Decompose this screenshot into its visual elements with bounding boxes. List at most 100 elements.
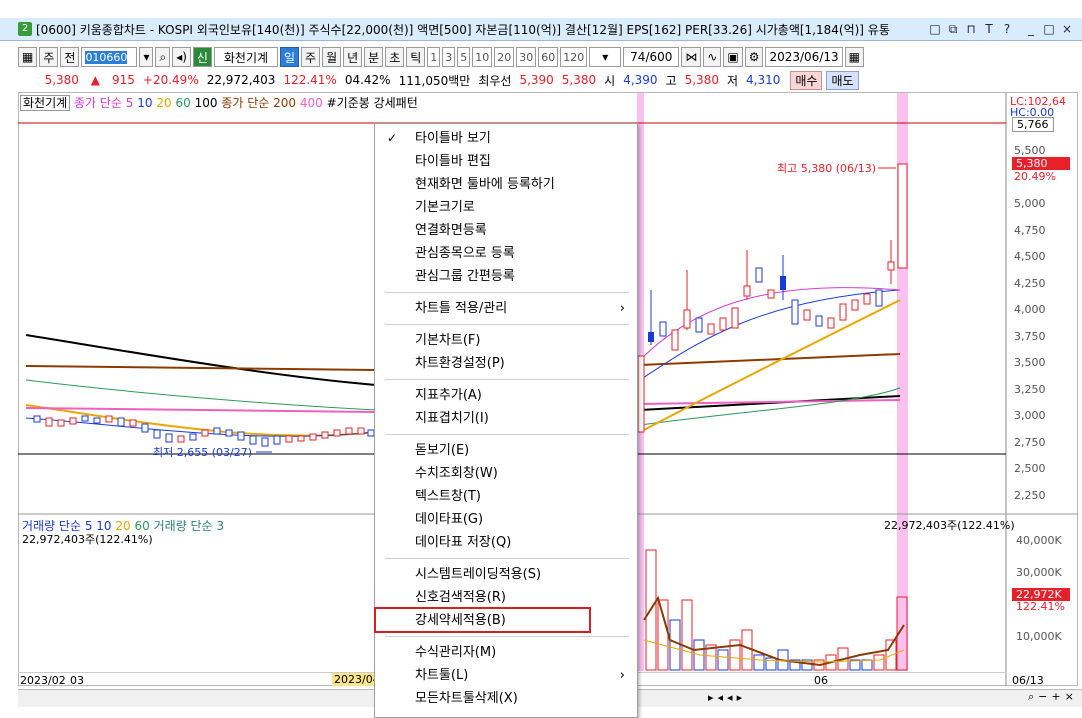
chevron-right-icon: › bbox=[619, 668, 625, 683]
menu-item-text-window[interactable]: 텍스트창(T) bbox=[375, 485, 637, 508]
candle bbox=[743, 285, 751, 297]
menu-item-signal-search[interactable]: 신호검색적용(R) bbox=[375, 586, 637, 609]
volume-bar bbox=[861, 659, 873, 671]
menu-item-chart-frame[interactable]: 차트틀 적용/관리 › bbox=[375, 297, 637, 320]
vol-ytick: 40,000K bbox=[1016, 534, 1062, 547]
menu-item-value-window[interactable]: 수치조회창(W) bbox=[375, 462, 637, 485]
menu-item-delete-all-tools[interactable]: 모든차트툴삭제(X) bbox=[375, 687, 637, 710]
menu-item-default-size[interactable]: 기본크기로 bbox=[375, 196, 637, 219]
candle bbox=[105, 415, 113, 423]
menu-item-titlebar-show[interactable]: ✓ 타이틀바 보기 bbox=[375, 127, 637, 150]
max-annotation: 최고 5,380 (06/13) bbox=[777, 162, 877, 175]
ma60-line bbox=[25, 379, 377, 411]
candle bbox=[839, 303, 847, 321]
legend-stock-name[interactable]: 화천기계 bbox=[20, 95, 71, 111]
menu-item-link-screen[interactable]: 연결화면등록 bbox=[375, 219, 637, 242]
date-label: 2023/02 bbox=[20, 674, 66, 687]
menu-item-system-trading[interactable]: 시스템트레이딩적용(S) bbox=[375, 563, 637, 586]
volume-bar bbox=[753, 654, 765, 671]
candle bbox=[333, 429, 341, 437]
candle bbox=[815, 315, 823, 327]
ma200-line bbox=[25, 365, 377, 371]
chevron-right-icon: › bbox=[619, 301, 625, 316]
volume-bar bbox=[657, 599, 669, 671]
menu-separator bbox=[385, 434, 629, 435]
legend-ma20[interactable]: 20 bbox=[156, 96, 171, 110]
legend-ma400[interactable]: 400 bbox=[300, 96, 323, 110]
volume-bar bbox=[873, 654, 885, 671]
menu-item-titlebar-edit[interactable]: 타이틀바 편집 bbox=[375, 150, 637, 173]
legend-ma200[interactable]: 종가 단순 200 bbox=[221, 96, 296, 110]
candle bbox=[285, 435, 293, 443]
ytick: 2,500 bbox=[1014, 462, 1046, 475]
candle bbox=[755, 267, 763, 283]
ytick: 4,500 bbox=[1014, 250, 1046, 263]
menu-item-magnifier[interactable]: 돋보기(E) bbox=[375, 439, 637, 462]
candle bbox=[57, 419, 65, 427]
ma10-line-r bbox=[639, 289, 901, 381]
volume-bar bbox=[681, 599, 693, 671]
ytick: 3,750 bbox=[1014, 330, 1046, 343]
vol-legend-ma3[interactable]: 거래량 단순 3 bbox=[154, 519, 224, 533]
candle bbox=[648, 332, 654, 342]
check-icon: ✓ bbox=[387, 131, 398, 145]
date-label: 06 bbox=[814, 674, 828, 687]
legend-ma5[interactable]: 종가 단순 5 bbox=[74, 96, 133, 110]
ytick: 3,250 bbox=[1014, 383, 1046, 396]
zoom-controls[interactable]: ⌕−+× bbox=[1028, 690, 1078, 704]
menu-item-save-data-table[interactable]: 데이타표 저장(Q) bbox=[375, 531, 637, 554]
candle bbox=[309, 433, 317, 441]
candle bbox=[780, 276, 786, 290]
menu-label: 차트툴(L) bbox=[415, 668, 469, 683]
legend-pattern[interactable]: #기준봉 강세패턴 bbox=[327, 96, 418, 110]
menu-item-chart-tool[interactable]: 차트툴(L) › bbox=[375, 664, 637, 687]
legend-ma100[interactable]: 100 bbox=[195, 96, 218, 110]
menu-label: 타이틀바 보기 bbox=[415, 131, 491, 146]
menu-item-overlay-indicator[interactable]: 지표겹치기(I) bbox=[375, 407, 637, 430]
vol-box-pct: 122.41% bbox=[1016, 600, 1065, 613]
candle bbox=[189, 433, 197, 441]
candle bbox=[827, 317, 835, 329]
legend-ma60[interactable]: 60 bbox=[175, 96, 190, 110]
menu-item-watch-group[interactable]: 관심그룹 간편등록 bbox=[375, 265, 637, 288]
candle bbox=[683, 309, 691, 329]
ytick: 2,750 bbox=[1014, 436, 1046, 449]
menu-item-chart-settings[interactable]: 차트환경설정(P) bbox=[375, 352, 637, 375]
min-annotation: 최저 2,655 (03/27) bbox=[153, 446, 253, 459]
ytick: 5,500 bbox=[1014, 144, 1046, 157]
menu-item-watchlist[interactable]: 관심종목으로 등록 bbox=[375, 242, 637, 265]
chart-legend: 화천기계 종가 단순 5 10 20 60 100 종가 단순 200 400 … bbox=[20, 94, 418, 111]
volume-bar bbox=[717, 649, 729, 671]
candle bbox=[731, 307, 739, 329]
menu-item-add-indicator[interactable]: 지표추가(A) bbox=[375, 384, 637, 407]
candle bbox=[81, 415, 89, 422]
volume-bar bbox=[669, 619, 681, 671]
last-pct: 20.49% bbox=[1014, 170, 1056, 183]
menu-label: 차트틀 적용/관리 bbox=[415, 301, 508, 316]
candle bbox=[719, 317, 727, 331]
candle bbox=[707, 323, 715, 335]
menu-separator bbox=[385, 558, 629, 559]
last-price-box: 5,380 bbox=[1012, 157, 1070, 170]
candle bbox=[201, 429, 209, 437]
ytick: 4,250 bbox=[1014, 277, 1046, 290]
menu-separator bbox=[385, 324, 629, 325]
menu-item-basic-chart[interactable]: 기본차트(F) bbox=[375, 329, 637, 352]
menu-item-register-toolbar[interactable]: 현재화면 툴바에 등록하기 bbox=[375, 173, 637, 196]
candle bbox=[153, 429, 161, 439]
candle bbox=[33, 415, 41, 423]
ytick: 2,250 bbox=[1014, 489, 1046, 502]
candle bbox=[875, 289, 883, 307]
candle bbox=[165, 433, 173, 443]
candle bbox=[297, 435, 305, 442]
menu-item-formula-manager[interactable]: 수식관리자(M) bbox=[375, 641, 637, 664]
candle bbox=[177, 435, 185, 443]
menu-separator bbox=[385, 292, 629, 293]
candle bbox=[225, 429, 233, 437]
volume-value: 22,972,403주(122.41%) bbox=[22, 533, 153, 546]
legend-ma10[interactable]: 10 bbox=[137, 96, 152, 110]
menu-item-data-table[interactable]: 데이타표(G) bbox=[375, 508, 637, 531]
scroll-controls[interactable]: ▸◂◂▸ bbox=[708, 691, 746, 704]
candle bbox=[129, 419, 137, 427]
ytick: 4,750 bbox=[1014, 224, 1046, 237]
